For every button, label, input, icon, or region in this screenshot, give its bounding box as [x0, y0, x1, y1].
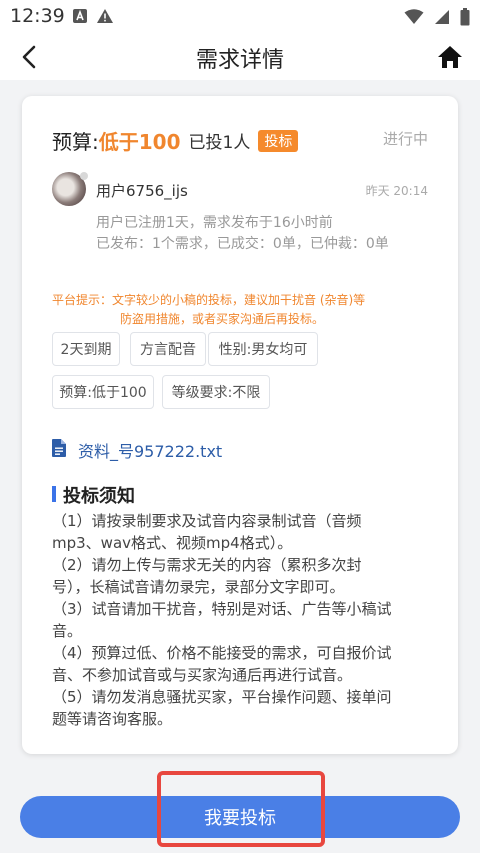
- notice-line: 号），长稿试音请勿录完，录部分文字即可。: [52, 578, 345, 596]
- home-icon[interactable]: [436, 43, 464, 71]
- notice-line: （3）试音请加干扰音，特别是对话、广告等小稿试: [52, 600, 392, 618]
- notice-accent-bar: [52, 486, 56, 502]
- status-time: 12:39: [10, 5, 65, 27]
- file-icon: [52, 439, 66, 461]
- tag-level: 等级要求:不限: [162, 375, 270, 409]
- tag-gender: 性别:男女均可: [208, 332, 318, 366]
- notice-line: （4）预算过低、价格不能接受的需求，可自报价试: [52, 644, 392, 662]
- budget-value: 低于100: [98, 130, 181, 154]
- bid-count: 已投1人: [188, 133, 251, 153]
- notice-line: 音、不参加试音或与买家沟通后再进行试音。: [52, 666, 353, 684]
- budget-row: 预算: 低于100 已投1人 投标: [52, 126, 299, 155]
- notice-line: （2）请勿上传与需求无关的内容（累积多次封: [52, 556, 362, 574]
- budget-label: 预算:: [52, 130, 99, 154]
- wifi-icon: [404, 9, 424, 29]
- a-notification-icon: [72, 8, 88, 28]
- tag-dialect: 方言配音: [130, 332, 206, 366]
- notice-line: （1）请按录制要求及试音内容录制试音（音频: [52, 512, 362, 530]
- highlight-annotation-box: [157, 771, 325, 847]
- notice-line: 音。: [52, 622, 83, 640]
- tag-budget: 预算:低于100: [52, 375, 154, 409]
- attachment-filename[interactable]: 资料_号957222.txt: [78, 438, 222, 462]
- post-time: 昨天 20:14: [365, 184, 428, 198]
- bid-badge: 投标: [258, 129, 299, 152]
- user-meta-stats: 已发布：1个需求，已成交：0单，已仲裁：0单: [96, 236, 389, 252]
- notice-line: （5）请勿发消息骚扰买家，平台操作问题、接单问: [52, 688, 392, 706]
- attachment-row[interactable]: 资料_号957222.txt: [52, 438, 222, 462]
- signal-icon: [434, 9, 450, 29]
- notice-line: mp3、wav格式、视频mp4格式）。: [52, 534, 293, 552]
- status-bar: 12:39: [0, 0, 480, 34]
- user-meta-registered: 用户已注册1天，需求发布于16小时前: [96, 215, 333, 231]
- demand-detail-card: 预算: 低于100 已投1人 投标 进行中 用户6756_ijs 昨天 20:1…: [22, 96, 458, 754]
- notice-line: 题等请咨询客服。: [52, 710, 173, 728]
- tag-deadline: 2天到期: [52, 332, 120, 366]
- avatar-status-dot: [80, 172, 88, 180]
- platform-tip-line1: 平台提示：文字较少的小稿的投标，建议加干扰音 (杂音)等: [52, 293, 366, 307]
- page-title: 需求详情: [195, 48, 284, 73]
- notice-title: 投标须知: [63, 486, 135, 507]
- username[interactable]: 用户6756_ijs: [96, 180, 188, 201]
- battery-icon: [460, 8, 470, 30]
- warning-icon: [96, 8, 114, 28]
- status-badge: 进行中: [382, 130, 428, 148]
- nav-bar: 需求详情: [0, 34, 480, 80]
- platform-tip-line2: 防盗用措施，或者买家沟通后再投标。: [120, 312, 325, 326]
